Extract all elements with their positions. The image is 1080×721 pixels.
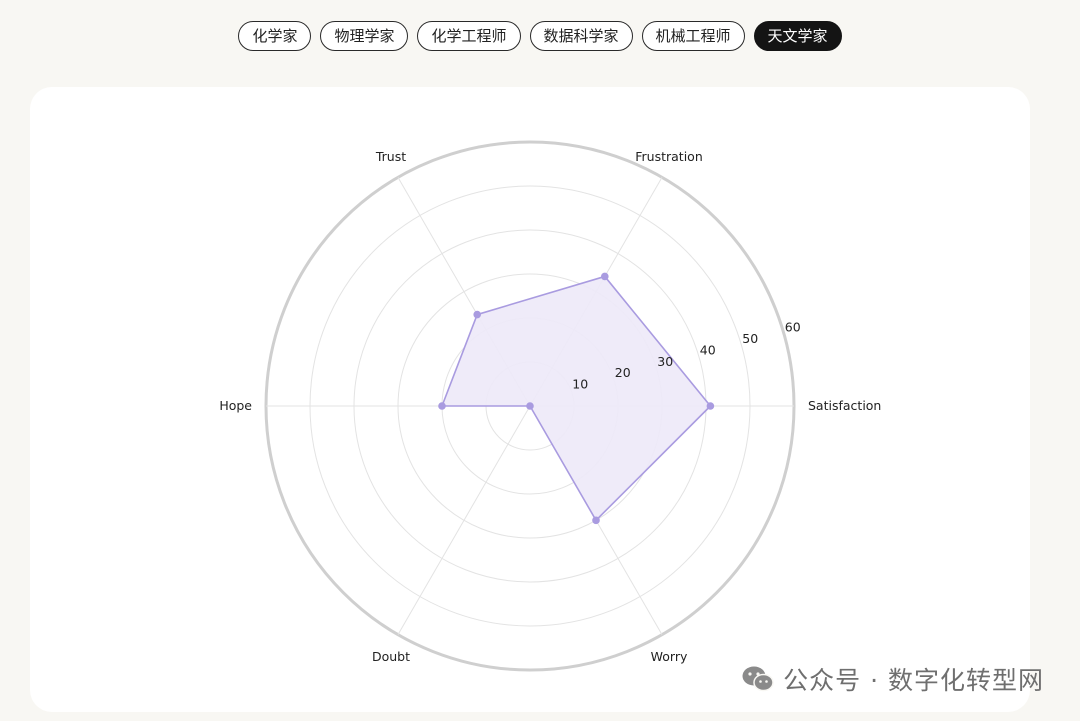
tab-chemical-engineer[interactable]: 化学工程师 xyxy=(417,21,521,51)
wechat-icon xyxy=(742,666,774,692)
radar-chart: 10 20 30 40 50 60 Satisfaction Frustration Trust… xyxy=(219,140,881,672)
role-tabs: 化学家 物理学家 化学工程师 数据科学家 机械工程师 天文学家 xyxy=(0,21,1080,51)
data-point xyxy=(438,402,446,410)
watermark: 公众号 · 数字化转型网 xyxy=(741,661,1044,697)
data-point xyxy=(473,310,482,319)
data-point xyxy=(601,272,609,281)
tab-mechanical-engineer[interactable]: 机械工程师 xyxy=(641,21,745,51)
tab-data-scientist[interactable]: 数据科学家 xyxy=(529,21,633,51)
radial-tick-label: 60 xyxy=(785,320,801,335)
axis-label: Hope xyxy=(219,398,252,413)
data-point xyxy=(592,516,600,525)
axis-label: Frustration xyxy=(635,149,703,164)
axis-label: Worry xyxy=(651,649,688,664)
watermark-text: 公众号 · 数字化转型网 xyxy=(783,666,1044,695)
chart-card: 10 20 30 40 50 60 Satisfaction Frustration Trust… xyxy=(30,87,1030,712)
tab-astronomer[interactable]: 天文学家 xyxy=(753,21,842,51)
tab-chemist[interactable]: 化学家 xyxy=(238,21,312,51)
radial-tick-label: 30 xyxy=(657,354,673,369)
tab-physicist[interactable]: 物理学家 xyxy=(320,21,409,51)
radial-tick-label: 40 xyxy=(700,342,716,357)
radial-tick-label: 50 xyxy=(742,331,758,346)
grid-spoke xyxy=(397,405,531,635)
axis-label: Satisfaction xyxy=(808,398,881,413)
radial-tick-label: 10 xyxy=(572,377,588,392)
data-point xyxy=(706,402,715,410)
data-point xyxy=(526,402,534,410)
data-area xyxy=(441,275,712,522)
axis-label: Doubt xyxy=(372,649,410,664)
axis-label: Trust xyxy=(375,149,406,164)
radial-tick-label: 20 xyxy=(615,365,631,380)
